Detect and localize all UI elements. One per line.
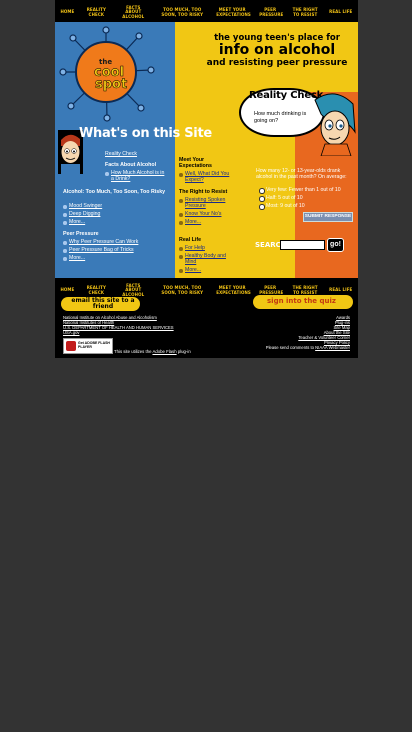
header-peer-pressure[interactable]: Peer Pressure bbox=[63, 231, 99, 237]
link-more-resist[interactable]: More... bbox=[185, 219, 201, 225]
bullet-icon bbox=[63, 205, 67, 209]
header-expectations[interactable]: Meet Your Expectations bbox=[179, 157, 229, 169]
quiz-text[interactable]: sign into the quiz bbox=[267, 297, 336, 305]
header-real-life[interactable]: Real Life bbox=[179, 237, 201, 243]
footer-comments: Please send comments to NIAAA Webmaster bbox=[265, 345, 350, 351]
nav-too-risky[interactable]: TOO MUCH, TOO SOON, TOO RISKY bbox=[159, 7, 205, 17]
link-more-real-life[interactable]: More... bbox=[185, 267, 201, 273]
link-for-help[interactable]: For Help bbox=[185, 245, 205, 251]
flash-note-prefix: This site utilizes the bbox=[114, 349, 152, 354]
nav-real-life[interactable]: REAL LIFE bbox=[329, 288, 352, 293]
email-friend-text[interactable]: email this site to a friend bbox=[71, 298, 135, 310]
reality-check-question: How much drinking is going on? bbox=[254, 111, 307, 124]
footer-webmaster-link[interactable]: NIAAA Webmaster bbox=[315, 345, 350, 350]
flash-note-suffix: plug-in bbox=[177, 349, 191, 354]
tagline-line3: and resisting peer pressure bbox=[206, 58, 348, 68]
header-facts[interactable]: Facts About Alcohol bbox=[105, 162, 156, 168]
link-deep-digging[interactable]: Deep Digging bbox=[69, 211, 100, 217]
footer-usagov-link[interactable]: USA.gov bbox=[63, 330, 80, 336]
bullet-icon bbox=[63, 221, 67, 225]
site-container: HOME REALITY CHECK FACTS ABOUT ALCOHOL T… bbox=[55, 0, 358, 358]
poll-radio-3[interactable] bbox=[259, 204, 265, 210]
nav-peer-pressure[interactable]: PEER PRESSURE bbox=[259, 285, 283, 295]
nav-expectations[interactable]: MEET YOUR EXPECTATIONS bbox=[216, 285, 251, 295]
tagline-line2: info on alcohol bbox=[218, 42, 336, 58]
go-button[interactable]: go! bbox=[327, 238, 344, 252]
adobe-flash-link[interactable]: Adobe Flash bbox=[152, 349, 176, 354]
nav-reality-check[interactable]: REALITY CHECK bbox=[85, 285, 107, 295]
link-resisting-spoken[interactable]: Resisting Spoken Pressure bbox=[185, 197, 233, 209]
footer-comments-prefix: Please send comments to bbox=[265, 345, 314, 350]
submit-response-button[interactable]: SUBMIT RESPONSE bbox=[303, 212, 353, 222]
link-mood-swinger[interactable]: Mood Swinger bbox=[69, 203, 102, 209]
cool-spot-logo[interactable]: the cool spot bbox=[59, 24, 159, 124]
bullet-icon bbox=[179, 269, 183, 273]
poll-question: How many 12- or 13-year-olds drank alcoh… bbox=[256, 168, 347, 181]
link-what-did-you-expect[interactable]: Well, What Did You Expect? bbox=[185, 171, 237, 183]
nav-peer-pressure[interactable]: PEER PRESSURE bbox=[259, 7, 283, 17]
nav-facts[interactable]: FACTS ABOUT ALCOHOL bbox=[118, 283, 148, 298]
header-right-to-resist[interactable]: The Right to Resist bbox=[179, 189, 227, 195]
flash-note: This site utilizes the Adobe Flash plug-… bbox=[114, 349, 191, 354]
header-too-risky[interactable]: Alcohol: Too Much, Too Soon, Too Risky bbox=[63, 189, 171, 195]
bullet-icon bbox=[179, 255, 183, 259]
link-more-peer[interactable]: More... bbox=[69, 255, 85, 261]
poll-radio-2[interactable] bbox=[259, 196, 265, 202]
bullet-icon bbox=[179, 173, 183, 177]
link-know-your-nos[interactable]: Know Your No's bbox=[185, 211, 221, 217]
bullet-icon bbox=[179, 213, 183, 217]
poll-radio-1[interactable] bbox=[259, 188, 265, 194]
link-healthy-body[interactable]: Healthy Body and Mind bbox=[185, 253, 233, 265]
flash-badge-text: Get ADOBE FLASH PLAYER bbox=[78, 341, 110, 349]
bullet-icon bbox=[105, 172, 109, 176]
bullet-icon bbox=[63, 257, 67, 261]
nav-expectations[interactable]: MEET YOUR EXPECTATIONS bbox=[216, 7, 251, 17]
nav-home[interactable]: HOME bbox=[60, 288, 74, 293]
bullet-icon bbox=[63, 213, 67, 217]
poll-option-1: Very few: Fewer than 1 out of 10 bbox=[266, 187, 341, 193]
nav-too-risky[interactable]: TOO MUCH, TOO SOON, TOO RISKY bbox=[159, 285, 205, 295]
bullet-icon bbox=[63, 241, 67, 245]
bullet-icon bbox=[179, 247, 183, 251]
nav-real-life[interactable]: REAL LIFE bbox=[329, 10, 352, 15]
nav-facts[interactable]: FACTS ABOUT ALCOHOL bbox=[118, 5, 148, 20]
link-why-peer-pressure[interactable]: Why Peer Pressure Can Work bbox=[69, 239, 138, 245]
poll-option-3: Most: 9 out of 10 bbox=[266, 203, 305, 209]
get-flash-player-badge[interactable]: Get ADOBE FLASH PLAYER bbox=[63, 338, 113, 354]
bullet-icon bbox=[179, 221, 183, 225]
link-how-much-alcohol[interactable]: How Much Alcohol is in a Drink? bbox=[111, 170, 166, 182]
girl-cartoon-icon bbox=[314, 93, 356, 156]
top-nav: HOME REALITY CHECK FACTS ABOUT ALCOHOL T… bbox=[55, 2, 358, 23]
hero-tagline: the young teen's place for info on alcoh… bbox=[197, 34, 357, 69]
poll-option-2: Half: 5 out of 10 bbox=[266, 195, 303, 201]
nav-reality-check[interactable]: REALITY CHECK bbox=[85, 7, 107, 17]
whats-on-title: What's on this Site bbox=[79, 126, 212, 141]
bullet-icon bbox=[179, 199, 183, 203]
search-input[interactable] bbox=[280, 240, 325, 250]
nav-home[interactable]: HOME bbox=[60, 10, 74, 15]
nav-right-to-resist[interactable]: THE RIGHT TO RESIST bbox=[292, 7, 318, 17]
logo-spot: spot bbox=[95, 77, 127, 92]
flash-icon bbox=[66, 341, 76, 351]
nav-right-to-resist[interactable]: THE RIGHT TO RESIST bbox=[292, 285, 318, 295]
link-more-risky[interactable]: More... bbox=[69, 219, 85, 225]
link-reality-check[interactable]: Reality Check bbox=[105, 151, 137, 157]
bullet-icon bbox=[63, 249, 67, 253]
link-bag-of-tricks[interactable]: Peer Pressure Bag of Tricks bbox=[69, 247, 134, 253]
